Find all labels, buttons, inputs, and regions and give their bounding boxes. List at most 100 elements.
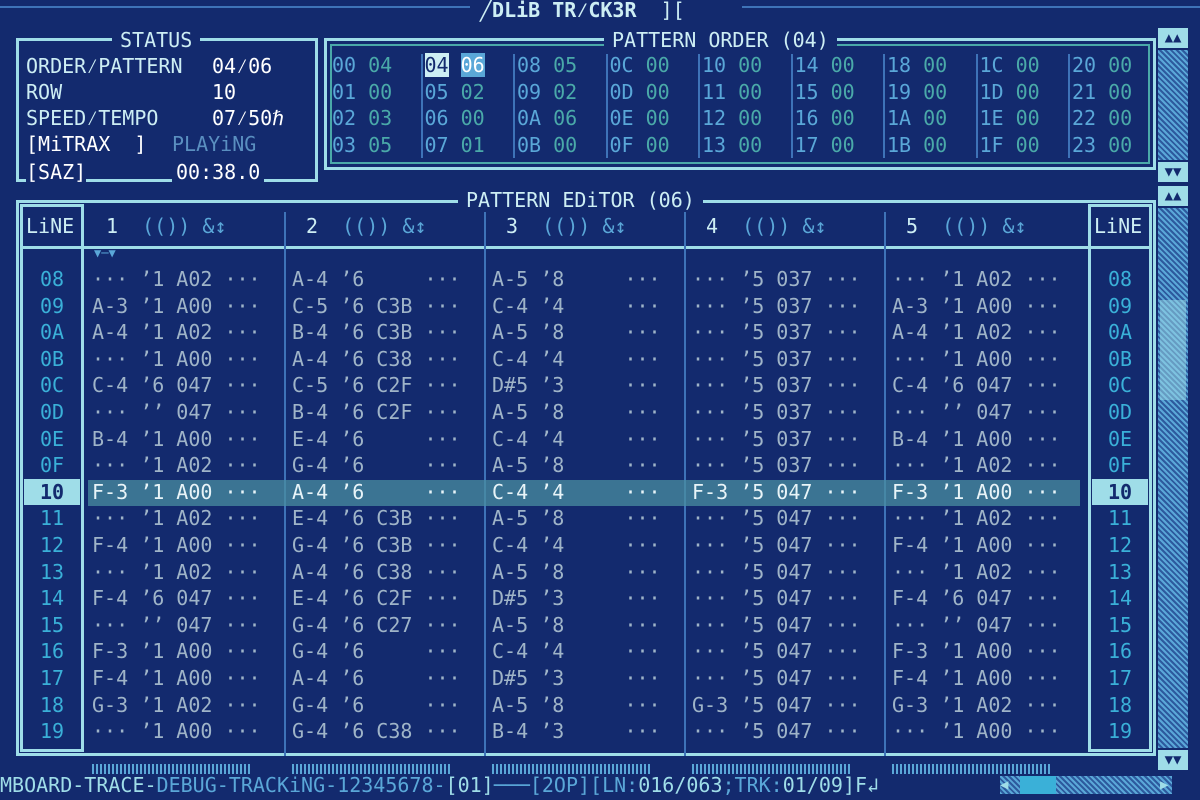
- pattern-cell[interactable]: ··· ’5 047 ···: [692, 505, 888, 532]
- pattern-cell[interactable]: ··· ’5 047 ···: [692, 612, 888, 639]
- pattern-cell[interactable]: G-3 ’1 A02 ···: [92, 692, 288, 719]
- horizontal-scroll-thumb[interactable]: [1020, 776, 1056, 794]
- pattern-cell[interactable]: ··· ’5 047 ···: [692, 559, 888, 586]
- order-entry[interactable]: 0A 06: [517, 105, 577, 131]
- order-entry[interactable]: 21 00: [1072, 79, 1132, 105]
- order-entry[interactable]: 01 00: [332, 79, 392, 105]
- order-entry[interactable]: 0C 00: [610, 52, 670, 78]
- pattern-cell[interactable]: B-4 ’3 ···: [492, 718, 688, 745]
- pattern-cell[interactable]: ··· ’5 047 ···: [692, 665, 888, 692]
- pattern-cell[interactable]: ··· ’5 037 ···: [692, 319, 888, 346]
- pattern-cell[interactable]: A-4 ’1 A02 ···: [92, 319, 288, 346]
- pattern-cell[interactable]: G-4 ’6 ···: [292, 452, 488, 479]
- editor-scroll-thumb[interactable]: [1160, 300, 1186, 400]
- pattern-cell[interactable]: A-5 ’8 ···: [492, 399, 688, 426]
- order-entry[interactable]: 0D 00: [610, 79, 670, 105]
- pattern-cell[interactable]: A-4 ’6 C38 ···: [292, 559, 488, 586]
- pattern-cell[interactable]: ··· ’1 A00 ···: [892, 718, 1088, 745]
- order-entry[interactable]: 1C 00: [980, 52, 1040, 78]
- pattern-cell[interactable]: C-4 ’4 ···: [492, 532, 688, 559]
- pattern-cell[interactable]: ··· ’5 037 ···: [692, 452, 888, 479]
- pattern-cell[interactable]: ··· ’’ 047 ···: [892, 399, 1088, 426]
- pattern-cell[interactable]: F-4 ’6 047 ···: [892, 585, 1088, 612]
- order-scrollbar[interactable]: [1158, 50, 1188, 160]
- editor-scroll-down-button[interactable]: ▼▼: [1158, 750, 1188, 770]
- pattern-cell[interactable]: A-5 ’8 ···: [492, 266, 688, 293]
- pattern-cell[interactable]: ··· ’1 A02 ···: [892, 559, 1088, 586]
- pattern-cell[interactable]: A-5 ’8 ···: [492, 319, 688, 346]
- pattern-cell[interactable]: ··· ’1 A02 ···: [92, 452, 288, 479]
- scroll-right-icon[interactable]: ▶: [1160, 776, 1168, 794]
- order-entry[interactable]: 20 00: [1072, 52, 1132, 78]
- device-indicator[interactable]: [SAZ]: [26, 159, 87, 185]
- pattern-cell[interactable]: E-4 ’6 ···: [292, 426, 488, 453]
- pattern-cell[interactable]: A-3 ’1 A00 ···: [892, 293, 1088, 320]
- pattern-cell[interactable]: A-5 ’8 ···: [492, 692, 688, 719]
- pattern-cell[interactable]: E-4 ’6 C2F ···: [292, 585, 488, 612]
- channel-header-1[interactable]: 1 (()) &↕: [106, 213, 226, 239]
- pattern-cell[interactable]: ··· ’1 A02 ···: [892, 266, 1088, 293]
- pattern-cell[interactable]: A-4 ’6 C38 ···: [292, 346, 488, 373]
- order-entry[interactable]: 15 00: [795, 79, 855, 105]
- pattern-cell[interactable]: A-4 ’6 ···: [292, 665, 488, 692]
- pattern-cell[interactable]: C-4 ’6 047 ···: [892, 372, 1088, 399]
- pattern-cell[interactable]: B-4 ’1 A00 ···: [892, 426, 1088, 453]
- channel-header-5[interactable]: 5 (()) &↕: [906, 213, 1026, 239]
- channel-header-4[interactable]: 4 (()) &↕: [706, 213, 826, 239]
- order-entry[interactable]: 09 02: [517, 79, 577, 105]
- order-entry[interactable]: 16 00: [795, 105, 855, 131]
- order-entry[interactable]: 1F 00: [980, 132, 1040, 158]
- pattern-cell[interactable]: ··· ’5 047 ···: [692, 638, 888, 665]
- order-entry[interactable]: 1A 00: [887, 105, 947, 131]
- pattern-cell[interactable]: F-3 ’1 A00 ···: [892, 638, 1088, 665]
- pattern-cell[interactable]: ··· ’’ 047 ···: [892, 612, 1088, 639]
- pattern-cell[interactable]: G-4 ’6 C27 ···: [292, 612, 488, 639]
- pattern-cell[interactable]: F-4 ’1 A00 ···: [92, 532, 288, 559]
- editor-scroll-up-button[interactable]: ▲▲: [1158, 186, 1188, 206]
- pattern-cell[interactable]: G-4 ’6 ···: [292, 692, 488, 719]
- pattern-cell[interactable]: C-4 ’4 ···: [492, 293, 688, 320]
- pattern-cell[interactable]: ··· ’1 A02 ···: [92, 505, 288, 532]
- scroll-down-button[interactable]: ▼▼: [1158, 162, 1188, 182]
- order-entry[interactable]: 0B 00: [517, 132, 577, 158]
- channel-header-2[interactable]: 2 (()) &↕: [306, 213, 426, 239]
- pattern-cell[interactable]: ··· ’5 037 ···: [692, 426, 888, 453]
- order-entry[interactable]: 1D 00: [980, 79, 1040, 105]
- pattern-cell[interactable]: C-5 ’6 C3B ···: [292, 293, 488, 320]
- pattern-cell[interactable]: ··· ’1 A00 ···: [892, 346, 1088, 373]
- pattern-cell[interactable]: G-3 ’1 A02 ···: [892, 692, 1088, 719]
- pattern-cell[interactable]: G-4 ’6 C3B ···: [292, 532, 488, 559]
- order-entry[interactable]: 1B 00: [887, 132, 947, 158]
- pattern-cell[interactable]: ··· ’1 A00 ···: [92, 718, 288, 745]
- order-entry[interactable]: 19 00: [887, 79, 947, 105]
- order-entry[interactable]: 11 00: [702, 79, 762, 105]
- pattern-cell[interactable]: C-4 ’4 ···: [492, 346, 688, 373]
- order-entry[interactable]: 04 06: [424, 52, 485, 78]
- pattern-cell[interactable]: F-4 ’1 A00 ···: [892, 532, 1088, 559]
- pattern-cell[interactable]: ··· ’1 A02 ···: [92, 559, 288, 586]
- pattern-cell[interactable]: C-5 ’6 C2F ···: [292, 372, 488, 399]
- pattern-cell[interactable]: B-4 ’1 A00 ···: [92, 426, 288, 453]
- pattern-cell[interactable]: ··· ’5 037 ···: [692, 266, 888, 293]
- pattern-cell[interactable]: F-4 ’1 A00 ···: [892, 665, 1088, 692]
- pattern-cell[interactable]: ··· ’1 A02 ···: [892, 505, 1088, 532]
- pattern-cell[interactable]: C-4 ’4 ···: [492, 638, 688, 665]
- pattern-cell[interactable]: ··· ’5 037 ···: [692, 399, 888, 426]
- pattern-cell[interactable]: ··· ’5 037 ···: [692, 293, 888, 320]
- pattern-cell[interactable]: ··· ’5 047 ···: [692, 718, 888, 745]
- pattern-cell[interactable]: B-4 ’6 C3B ···: [292, 319, 488, 346]
- pattern-cell[interactable]: F-4 ’6 047 ···: [92, 585, 288, 612]
- pattern-cell[interactable]: G-4 ’6 C38 ···: [292, 718, 488, 745]
- pattern-cell[interactable]: D#5 ’3 ···: [492, 372, 688, 399]
- pattern-cell[interactable]: C-4 ’6 047 ···: [92, 372, 288, 399]
- pattern-cell[interactable]: ··· ’1 A02 ···: [92, 266, 288, 293]
- order-entry[interactable]: 0F 00: [610, 132, 670, 158]
- scroll-up-button[interactable]: ▲▲: [1158, 28, 1188, 48]
- order-entry[interactable]: 22 00: [1072, 105, 1132, 131]
- pattern-cell[interactable]: ··· ’5 047 ···: [692, 585, 888, 612]
- pattern-cell[interactable]: C-4 ’4 ···: [492, 426, 688, 453]
- order-entry[interactable]: 07 01: [425, 132, 485, 158]
- pattern-cell[interactable]: ··· ’’ 047 ···: [92, 612, 288, 639]
- order-entry[interactable]: 00 04: [332, 52, 392, 78]
- pattern-cell[interactable]: C-4 ’4 ···: [492, 479, 688, 506]
